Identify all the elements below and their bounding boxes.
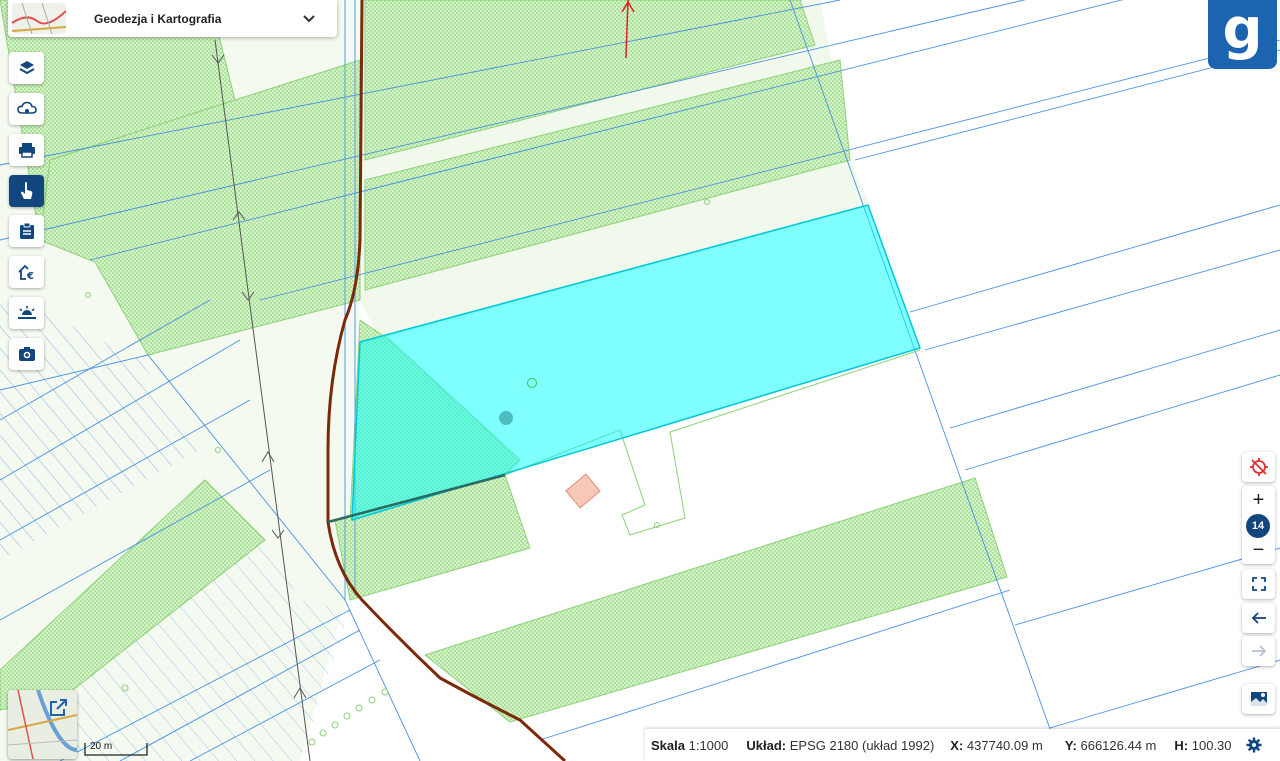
crs-value[interactable]: EPSG 2180 (układ 1992)	[790, 738, 935, 753]
layers-tool-button[interactable]	[9, 52, 44, 84]
zoom-level-badge: 14	[1246, 514, 1270, 538]
pointer-hand-icon	[20, 182, 32, 199]
fullscreen-button[interactable]	[1242, 569, 1275, 599]
forward-button[interactable]	[1242, 636, 1275, 666]
zoom-out-button[interactable]: −	[1242, 538, 1275, 562]
y-coordinate-value: 666126.44 m	[1080, 737, 1157, 753]
theme-selector[interactable]: Geodezja i Kartografia	[8, 0, 337, 37]
camera-icon	[18, 347, 35, 361]
height-value: 100.30	[1191, 737, 1232, 753]
arrow-right-icon	[1251, 645, 1266, 657]
sunset-icon	[17, 306, 36, 319]
basemap-button[interactable]	[1242, 684, 1275, 714]
status-bar: Skala 1:1000 Układ: EPSG 2180 (układ 199…	[645, 729, 1280, 761]
clipboard-tool-button[interactable]	[9, 215, 44, 247]
zoom-control: + 14 −	[1242, 486, 1275, 564]
y-coordinate-label: Y:	[1064, 737, 1077, 753]
theme-thumbnail	[12, 3, 66, 34]
cloud-icon	[16, 101, 37, 114]
location-off-icon	[1249, 458, 1268, 476]
gear-icon[interactable]	[1246, 737, 1262, 753]
scale-value[interactable]: 1:1000	[689, 738, 729, 753]
basemap-icon	[1250, 692, 1267, 706]
gps-location-button[interactable]	[1242, 452, 1275, 482]
scale-bar-label: 20 m	[90, 741, 113, 752]
map-canvas[interactable]	[0, 0, 1280, 761]
external-link-icon[interactable]	[48, 698, 68, 723]
identify-tool-button[interactable]	[9, 175, 44, 207]
svg-text:€: €	[26, 271, 34, 281]
x-coordinate-value: 437740.09 m	[966, 737, 1043, 753]
scale-label: Skala	[651, 737, 685, 753]
logo-letter: g	[1222, 0, 1263, 62]
real-estate-price-tool-button[interactable]: €	[9, 256, 44, 288]
zoom-in-button[interactable]: +	[1242, 488, 1275, 512]
overview-map[interactable]	[8, 690, 77, 759]
arrow-left-icon	[1251, 612, 1266, 624]
crs-label: Układ:	[746, 737, 787, 753]
theme-title: Geodezja i Kartografia	[94, 11, 222, 26]
horizon-tool-button[interactable]	[9, 297, 44, 329]
geoportal-logo[interactable]: g	[1208, 0, 1277, 69]
x-coordinate-label: X:	[950, 737, 964, 753]
printer-icon	[18, 143, 35, 158]
chevron-down-icon[interactable]	[295, 5, 323, 33]
house-euro-icon: €	[17, 264, 34, 281]
print-tool-button[interactable]	[9, 134, 44, 166]
back-button[interactable]	[1242, 603, 1275, 633]
screenshot-tool-button[interactable]	[9, 338, 44, 370]
height-label: H:	[1174, 737, 1189, 753]
layers-icon	[19, 61, 34, 75]
cloud-tool-button[interactable]	[9, 93, 44, 125]
scale-bar: 20 m	[84, 741, 148, 757]
clipboard-icon	[19, 222, 34, 239]
fullscreen-icon	[1251, 577, 1266, 591]
